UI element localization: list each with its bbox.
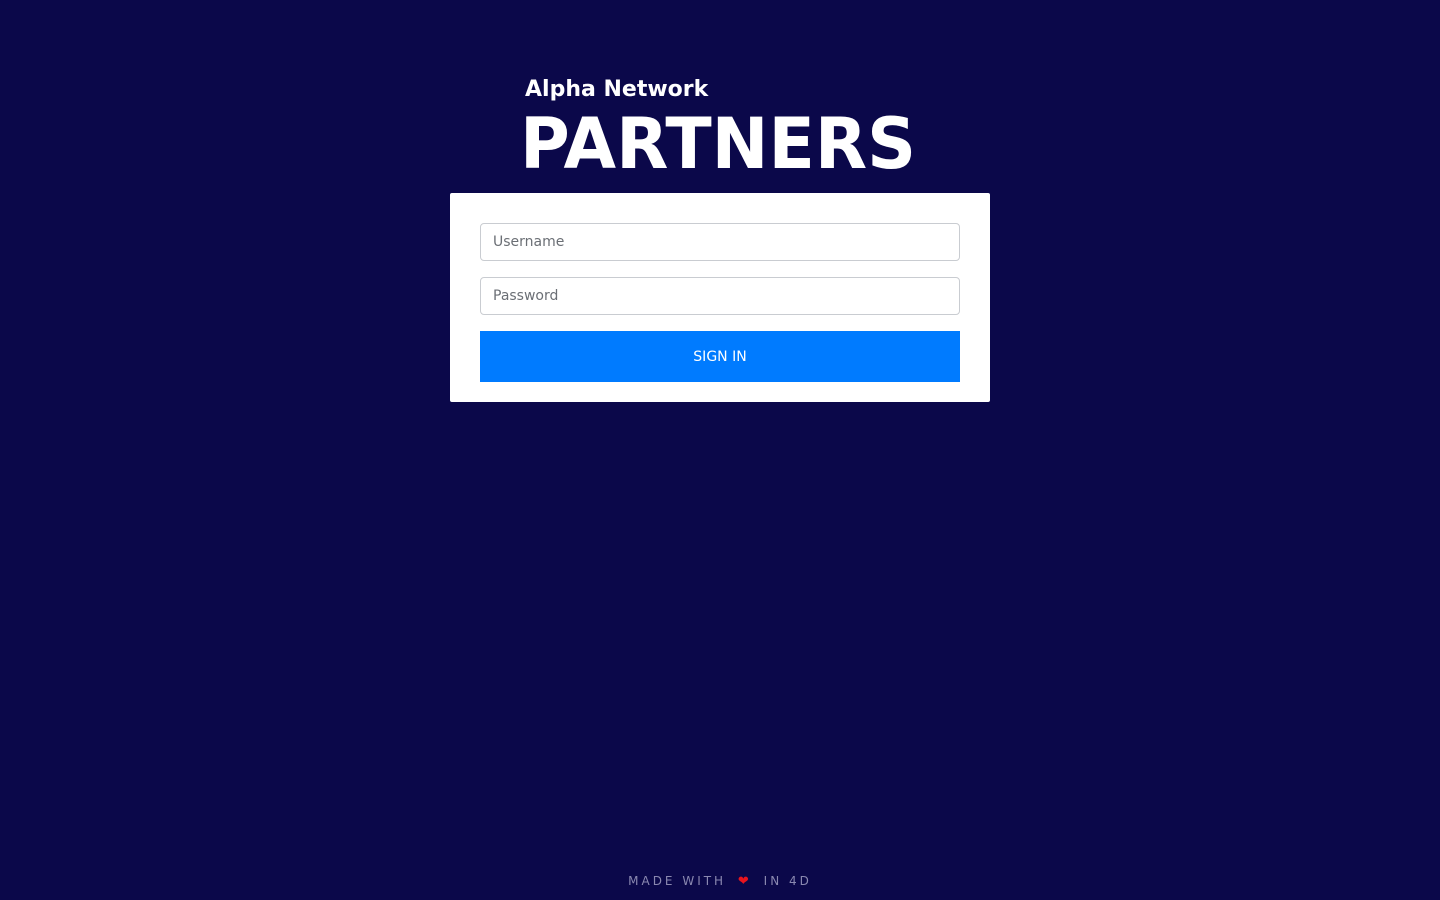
sign-in-button[interactable]: SIGN IN [480, 331, 960, 382]
username-input[interactable] [480, 223, 960, 261]
heart-icon: ❤ [737, 874, 749, 889]
footer-credit: MADE WITH ❤ IN 4D [0, 872, 1440, 891]
login-card: SIGN IN [450, 193, 990, 402]
logo-subtitle: Alpha Network [525, 77, 709, 102]
footer-prefix: MADE WITH [628, 874, 727, 888]
footer-suffix: IN 4D [763, 874, 812, 888]
logo: Alpha Network PARTNERS [520, 72, 920, 185]
password-input[interactable] [480, 277, 960, 315]
logo-title: PARTNERS [520, 103, 917, 185]
